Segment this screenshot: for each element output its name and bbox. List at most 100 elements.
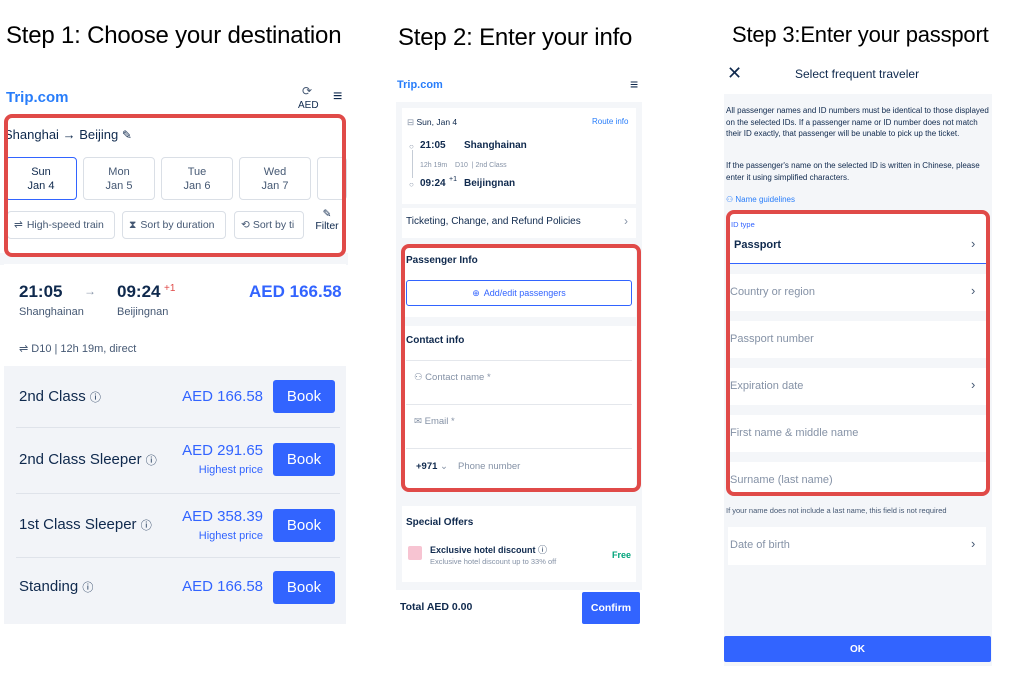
close-icon[interactable]: ✕ (727, 63, 742, 84)
duration: 12h 19m (420, 162, 448, 169)
expiration-date-field[interactable]: Expiration date (730, 380, 984, 392)
timeline-line (412, 150, 413, 178)
menu-icon[interactable]: ≡ (333, 88, 342, 106)
class-row-3-price: AED 166.58 (182, 578, 263, 595)
trip-date-text: Sun, Jan 4 (416, 117, 458, 127)
id-type-value[interactable]: Passport (734, 239, 781, 251)
class-row-2-note: Highest price (198, 530, 263, 542)
filter-label: Sort by ti (252, 219, 295, 231)
trip-meta: 12h 19m D10 | 2nd Class (420, 162, 507, 169)
divider (16, 493, 340, 494)
date-date: Jan 5 (105, 180, 133, 192)
special-offers-title: Special Offers (406, 517, 474, 528)
route-info-link[interactable]: Route info (592, 117, 628, 126)
separator (728, 405, 986, 415)
chevron-down-icon: ⌄ (440, 461, 449, 472)
class-row-1-note: Highest price (198, 464, 263, 476)
phone-code-select[interactable]: +971 ⌄ (416, 461, 448, 472)
email-placeholder: Email * (424, 416, 455, 427)
info-icon[interactable]: ⓘ (146, 455, 157, 467)
book-button-0[interactable]: Book (273, 380, 335, 413)
notice-2: If the passenger's name on the selected … (726, 161, 980, 182)
country-field[interactable]: Country or region (730, 286, 984, 298)
book-button-3[interactable]: Book (273, 571, 335, 604)
edit-icon[interactable]: ✎ (122, 128, 132, 142)
route-header[interactable]: Shanghai → Beijing ✎ (4, 127, 132, 142)
currency-label[interactable]: AED (298, 100, 319, 111)
currency-icon[interactable]: ⟳ (302, 84, 312, 98)
add-passengers-button[interactable]: ⊕ Add/edit passengers (406, 280, 632, 306)
phone-input[interactable]: Phone number (458, 461, 520, 472)
hotel-discount-sub: Exclusive hotel discount up to 33% off (430, 557, 557, 566)
collapse-icon[interactable]: ⊟ (407, 117, 414, 127)
class-row-1-name: 2nd Class Sleeper ⓘ (19, 451, 157, 468)
policies-row[interactable]: Ticketing, Change, and Refund Policies › (402, 208, 636, 238)
special-offers-section: Special Offers Exclusive hotel discount … (402, 506, 636, 582)
ok-button[interactable]: OK (724, 636, 991, 662)
passport-form (728, 214, 986, 492)
filter-label: High-speed train (26, 219, 104, 231)
hourglass-icon: ⧗ (129, 218, 137, 231)
info-icon[interactable]: ⓘ (90, 392, 101, 404)
date-tab-0[interactable]: Sun Jan 4 (5, 157, 77, 200)
menu-icon[interactable]: ≡ (630, 76, 638, 92)
filter-button[interactable]: ✎ Filter (312, 208, 342, 232)
passenger-section: Passenger Info ⊕ Add/edit passengers (402, 247, 636, 317)
passport-number-input[interactable]: Passport number (730, 333, 984, 345)
filter-sort-time[interactable]: ⟲ Sort by ti (234, 211, 304, 239)
date-day: Sun (31, 166, 51, 178)
train-card[interactable]: 21:05 → 09:24 +1 AED 166.58 Shanghainan … (4, 264, 346, 366)
hotel-icon (408, 546, 422, 560)
info-icon[interactable]: ⓘ (82, 582, 93, 594)
date-tab-4[interactable] (317, 157, 347, 200)
depart-time: 21:05 (420, 140, 446, 151)
timeline-dot-icon: ○ (409, 180, 414, 189)
total-value: AED 0.00 (426, 601, 473, 613)
train-info: ⇌ D10 | 12h 19m, direct (19, 342, 136, 355)
date-tab-2[interactable]: Tue Jan 6 (161, 157, 233, 200)
depart-time: 21:05 (19, 282, 63, 301)
filter-high-speed[interactable]: ⇌ High-speed train (7, 211, 115, 239)
filter-icon: ✎ (322, 208, 332, 220)
date-date: Jan 6 (183, 180, 211, 192)
confirm-button[interactable]: Confirm (582, 592, 640, 624)
hotel-discount-title: Exclusive hotel discount ⓘ (430, 543, 547, 556)
contact-info-title: Contact info (406, 335, 465, 346)
train-price: AED 166.58 (249, 282, 342, 301)
panel-choose-destination: Trip.com ⟳ AED ≡ Shanghai → Beijing ✎ Su… (0, 80, 348, 625)
class-name-text: 2nd Class Sleeper (19, 451, 142, 468)
contact-section: Contact info ⚇ Contact name * ✉ Email * … (402, 326, 636, 488)
date-date: Jan 4 (27, 180, 55, 192)
date-tab-3[interactable]: Wed Jan 7 (239, 157, 311, 200)
phone-code: +971 (416, 461, 438, 472)
separator (728, 264, 986, 274)
book-button-2[interactable]: Book (273, 509, 335, 542)
filter-sort-duration[interactable]: ⧗ Sort by duration (122, 211, 226, 239)
step1-title: Step 1: Choose your destination (6, 22, 342, 49)
separator (728, 358, 986, 368)
clock-icon: ⟲ (241, 219, 250, 231)
chevron-right-icon: › (624, 214, 628, 228)
info-icon[interactable]: ⓘ (538, 545, 547, 555)
class-name-text: 2nd Class (19, 388, 86, 405)
first-name-input[interactable]: First name & middle name (730, 427, 984, 439)
filter-label: Sort by duration (140, 219, 215, 231)
surname-input[interactable]: Surname (last name) (730, 474, 984, 486)
arrive-station: Beijingnan (464, 178, 516, 189)
date-day: Tue (187, 166, 207, 178)
divider (406, 360, 632, 361)
step3-title: Step 3:Enter your passport (732, 22, 989, 47)
class-row-1-price: AED 291.65 (182, 442, 263, 459)
chevron-right-icon: › (971, 536, 976, 551)
email-input[interactable]: ✉ Email * (414, 416, 455, 427)
page-title: Select frequent traveler (795, 67, 920, 81)
info-icon[interactable]: ⓘ (141, 520, 152, 532)
panel-enter-info: Trip.com ≡ ⊟ Sun, Jan 4 Route info ○ 21:… (396, 70, 642, 626)
dob-field[interactable]: Date of birth (730, 539, 984, 551)
name-guidelines-link[interactable]: ⚇ Name guidelines (726, 195, 795, 204)
add-passengers-label: Add/edit passengers (483, 288, 566, 298)
book-button-1[interactable]: Book (273, 443, 335, 476)
contact-name-input[interactable]: ⚇ Contact name * (414, 372, 491, 383)
date-tab-1[interactable]: Mon Jan 5 (83, 157, 155, 200)
train-icon: ⇌ (14, 219, 23, 231)
